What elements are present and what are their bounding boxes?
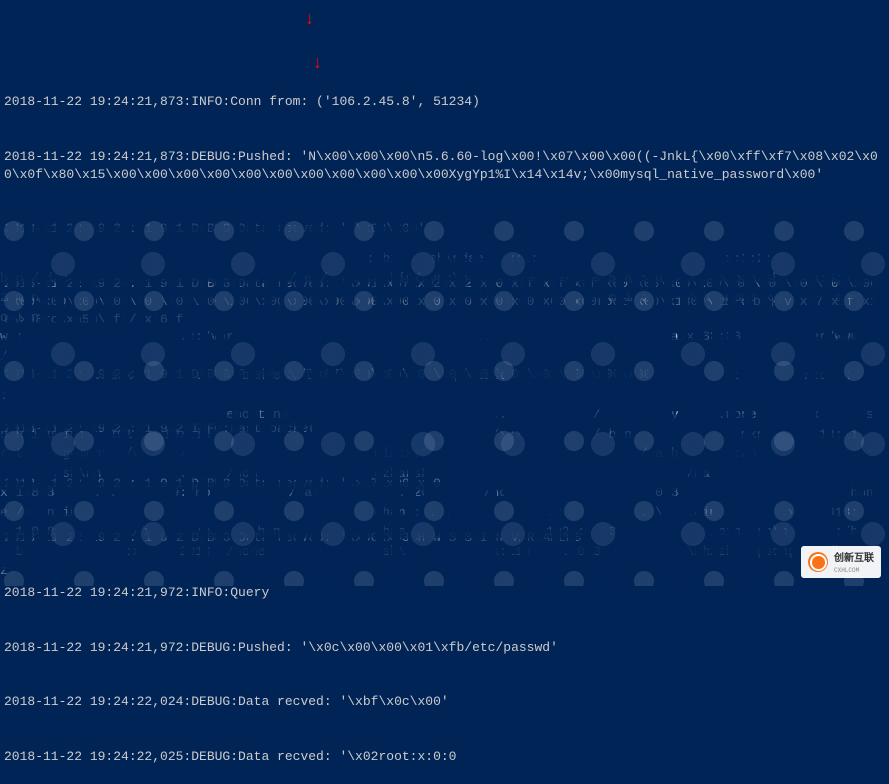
log-line: 2018-11-22 19:24:21,873:INFO:Conn from: … (4, 93, 885, 111)
watermark-brand: 创新互联 (834, 553, 874, 564)
log-line: 2018-11-22 19:24:22,024:DEBUG:Data recve… (4, 693, 885, 711)
log-line: 2018-11-22 19:24:21,972:DEBUG:Pushed: '\… (4, 639, 885, 657)
log-line: 2018-11-22 19:24:22,025:DEBUG:Data recve… (4, 748, 885, 766)
annotation-arrow-2: ↓ (312, 52, 323, 77)
watermark-text-wrap: 创新互联 CXHLCOM (834, 549, 874, 576)
log-line: 2018-11-22 19:24:21,972:INFO:Query (4, 584, 885, 602)
watermark-logo-icon (808, 552, 828, 572)
watermark-subtext: CXHLCOM (834, 567, 874, 575)
mosaic-overlay-2 (0, 210, 889, 586)
annotation-arrow-1: ↓ (304, 8, 315, 33)
log-line: 2018-11-22 19:24:21,873:DEBUG:Pushed: 'N… (4, 148, 885, 184)
watermark-badge: 创新互联 CXHLCOM (801, 546, 881, 578)
censored-etc-passwd-dump: :/bi sh\ndae x:1:1 : x:2:2: bin:/bin: ..… (0, 210, 889, 586)
